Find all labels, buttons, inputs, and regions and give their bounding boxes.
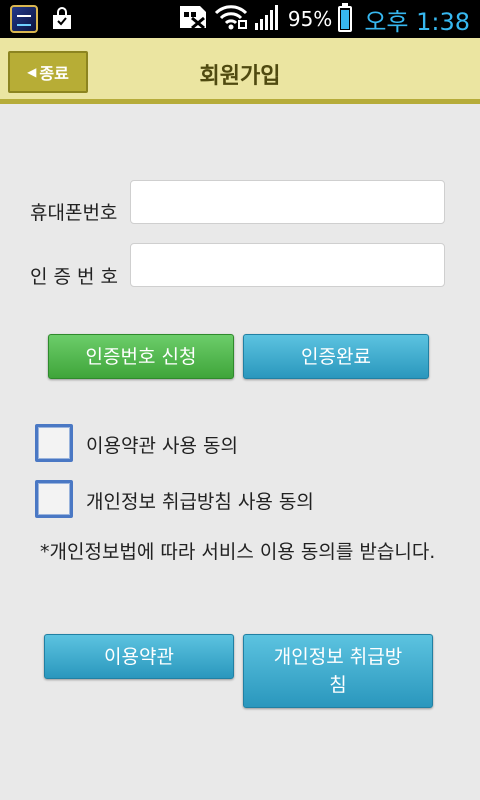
clock: 오후 1:38 xyxy=(364,7,470,36)
privacy-agree-label: 개인정보 취급방침 사용 동의 xyxy=(86,491,314,513)
title-bar: ◀ 종료 회원가입 xyxy=(0,38,480,104)
phone-input[interactable] xyxy=(130,180,445,224)
battery-percent: 95% xyxy=(287,7,333,31)
terms-button[interactable]: 이용약관 xyxy=(44,634,234,679)
status-bar: 95% 오후 1:38 xyxy=(0,0,480,38)
terms-agree-checkbox[interactable] xyxy=(35,424,73,462)
privacy-policy-button[interactable]: 개인정보 취급방 침 xyxy=(243,634,433,708)
request-code-button[interactable]: 인증번호 신청 xyxy=(48,334,234,379)
verify-complete-button[interactable]: 인증완료 xyxy=(243,334,429,379)
battery-icon xyxy=(338,3,353,32)
privacy-agree-checkbox[interactable] xyxy=(35,480,73,518)
status-bar-system: 95% 오후 1:38 xyxy=(178,3,470,36)
phone-label: 휴대폰번호 xyxy=(30,202,118,224)
sim-card-icon xyxy=(178,4,208,34)
terms-agree-label: 이용약관 사용 동의 xyxy=(86,435,238,457)
shopping-bag-icon xyxy=(50,7,74,31)
code-label: 인 증 번 호 xyxy=(30,266,119,288)
page-title: 회원가입 xyxy=(199,64,281,89)
wifi-icon xyxy=(214,4,248,34)
status-bar-notifications xyxy=(10,5,74,33)
consent-notice: *개인정보법에 따라 서비스 이용 동의를 받습니다. xyxy=(40,541,436,563)
code-input[interactable] xyxy=(130,243,445,287)
app-thumbnail-icon xyxy=(10,5,38,33)
signal-icon xyxy=(254,3,282,35)
